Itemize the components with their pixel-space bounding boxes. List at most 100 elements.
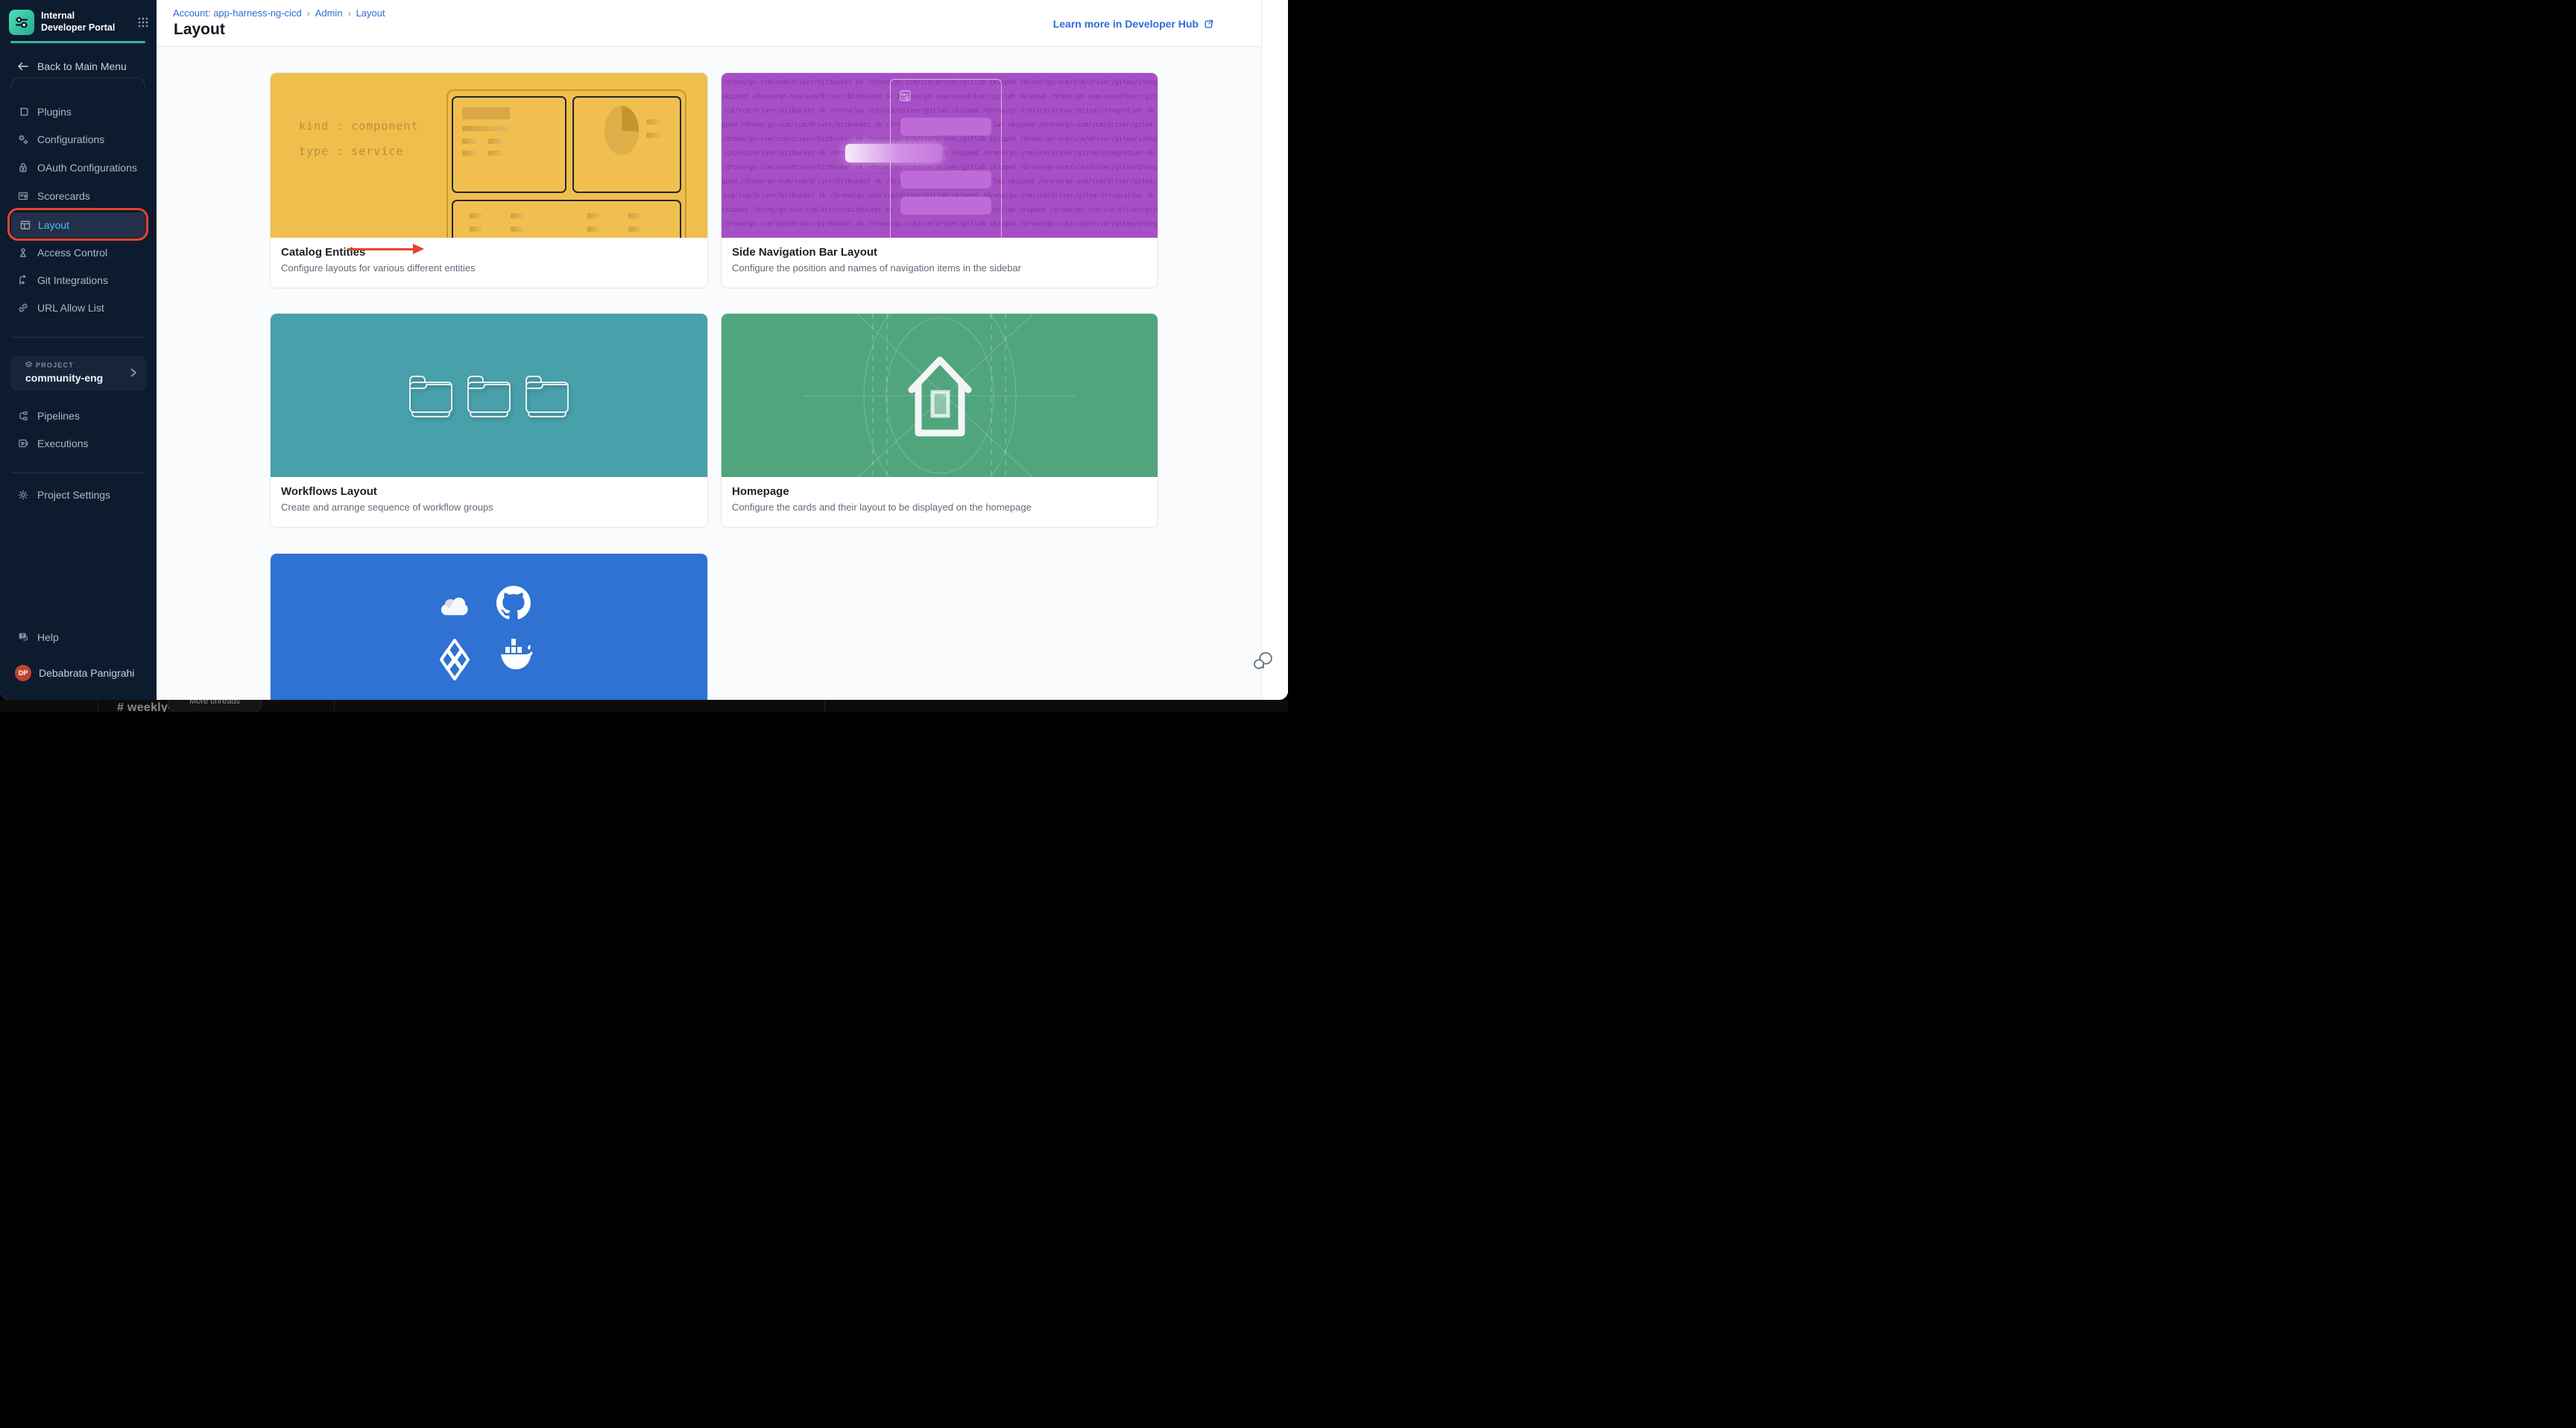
page-title: Layout bbox=[174, 21, 225, 39]
sidebar-item-scorecards[interactable]: Scorecards bbox=[7, 183, 149, 209]
chat-widget-icon[interactable] bbox=[1251, 650, 1274, 672]
gear-icon bbox=[17, 489, 29, 501]
card-integrations[interactable] bbox=[270, 553, 708, 700]
nav-item-pill bbox=[900, 118, 991, 136]
sidebar-item-project-settings[interactable]: Project Settings bbox=[7, 482, 149, 508]
docker-icon bbox=[498, 637, 535, 672]
git-branch-icon bbox=[17, 274, 29, 286]
homepage-card-art bbox=[722, 314, 1158, 477]
project-label: PROJECT bbox=[36, 361, 74, 369]
breadcrumb-admin-link[interactable]: Admin bbox=[315, 7, 343, 19]
sidebar-item-access-control[interactable]: Access Control bbox=[7, 240, 149, 265]
card-title: Workflows Layout bbox=[281, 485, 697, 498]
question-glyph: ? bbox=[21, 634, 24, 639]
sidebar-item-layout[interactable]: Layout bbox=[11, 212, 145, 238]
external-link-icon bbox=[1203, 19, 1214, 30]
breadcrumb-separator: › bbox=[348, 8, 351, 19]
breadcrumb-account-link[interactable]: Account: app-harness-ng-cicd bbox=[173, 7, 302, 19]
breadcrumb: Account: app-harness-ng-cicd › Admin › L… bbox=[173, 7, 385, 19]
background-window-strip: # weekly-updates-idp More unreads bbox=[0, 700, 1288, 714]
breadcrumb-separator: › bbox=[307, 8, 310, 19]
layers-icon bbox=[25, 361, 33, 369]
folder-icon bbox=[464, 373, 514, 419]
learn-more-label: Learn more in Developer Hub bbox=[1053, 18, 1199, 30]
sidebar-item-git-integrations[interactable]: Git Integrations bbox=[7, 268, 149, 293]
sidebar-item-label: OAuth Configurations bbox=[37, 162, 137, 174]
bg-bottom-bar bbox=[0, 712, 1288, 714]
project-name: community-eng bbox=[25, 372, 103, 384]
card-homepage[interactable]: Homepage Configure the cards and their l… bbox=[721, 313, 1158, 528]
pipelines-icon bbox=[17, 410, 29, 422]
card-side-navigation-layout[interactable]: skipped /drone/go-scm/scm/driver/bitbuck… bbox=[721, 72, 1158, 288]
sidebar-item-label: Git Integrations bbox=[37, 274, 108, 286]
sidenav-card-art: skipped /drone/go-scm/scm/driver/bitbuck… bbox=[722, 73, 1158, 238]
section-divider bbox=[10, 78, 145, 88]
user-menu[interactable]: DP Debabrata Panigrahi bbox=[7, 660, 149, 686]
arrow-left-icon bbox=[17, 60, 29, 72]
card-title: Catalog Entities bbox=[281, 246, 697, 259]
sidebar-item-label: Plugins bbox=[37, 106, 72, 118]
sidebar: Internal Developer Portal Back to Main M… bbox=[0, 0, 157, 700]
card-desc: Configure the position and names of navi… bbox=[732, 262, 1147, 274]
gears-icon bbox=[17, 133, 29, 145]
user-name: Debabrata Panigrahi bbox=[39, 667, 134, 679]
card-catalog-entities[interactable]: kind : component type : service bbox=[270, 72, 708, 288]
wireframe-bar bbox=[646, 119, 661, 124]
lock-icon bbox=[17, 162, 29, 174]
sidebar-item-pipelines[interactable]: Pipelines bbox=[7, 403, 149, 429]
main-content: Account: app-harness-ng-cicd › Admin › L… bbox=[157, 0, 1288, 700]
sidebar-item-label: Pipelines bbox=[37, 410, 80, 422]
user-avatar: DP bbox=[15, 665, 31, 681]
diamond-lattice-icon bbox=[439, 638, 470, 681]
sidebar-item-label: Scorecards bbox=[37, 190, 90, 202]
home-icon bbox=[912, 360, 968, 433]
wireframe-about-box bbox=[452, 96, 566, 193]
plugin-icon bbox=[17, 106, 29, 118]
card-desc: Configure the cards and their layout to … bbox=[732, 502, 1147, 513]
sidebar-item-configurations[interactable]: Configurations bbox=[7, 127, 149, 152]
catalog-card-art: kind : component type : service bbox=[271, 73, 707, 238]
sidebar-item-url-allow-list[interactable]: URL Allow List bbox=[7, 295, 149, 320]
back-to-main-menu[interactable]: Back to Main Menu bbox=[7, 54, 149, 79]
back-label: Back to Main Menu bbox=[37, 60, 127, 72]
chevron-right-icon bbox=[128, 367, 139, 379]
card-title: Homepage bbox=[732, 485, 1147, 498]
nav-item-pill bbox=[900, 197, 991, 215]
person-icon bbox=[17, 247, 29, 259]
sidebar-divider bbox=[10, 337, 145, 338]
card-desc: Create and arrange sequence of workflow … bbox=[281, 502, 697, 513]
wireframe-table-box bbox=[452, 200, 681, 238]
sidebar-item-help[interactable]: ? Help bbox=[7, 625, 149, 650]
idp-logo bbox=[9, 10, 34, 35]
blueprint-lines bbox=[722, 314, 1158, 477]
sidebar-item-plugins[interactable]: Plugins bbox=[7, 99, 149, 124]
layout-icon bbox=[19, 219, 31, 231]
wireframe-logo-icon bbox=[899, 89, 914, 104]
project-selector[interactable]: PROJECT community-eng bbox=[10, 356, 146, 391]
nav-item-pill-highlighted bbox=[845, 144, 942, 162]
sidebar-item-label: Configurations bbox=[37, 133, 104, 145]
sidebar-item-executions[interactable]: Executions bbox=[7, 431, 149, 456]
folder-icon bbox=[406, 373, 455, 419]
folder-icon bbox=[523, 373, 572, 419]
sliders-icon bbox=[14, 15, 29, 30]
card-desc: Configure layouts for various different … bbox=[281, 262, 697, 274]
breadcrumb-layout-link[interactable]: Layout bbox=[356, 7, 385, 19]
github-icon bbox=[496, 585, 531, 621]
wireframe-bar bbox=[646, 133, 661, 138]
app-window: Internal Developer Portal Back to Main M… bbox=[0, 0, 1288, 700]
sidebar-item-oauth-configurations[interactable]: OAuth Configurations bbox=[7, 155, 149, 180]
wireframe-pie-chart bbox=[604, 106, 639, 155]
integrations-card-art bbox=[271, 554, 707, 700]
nav-item-pill bbox=[900, 171, 991, 189]
sidebar-item-label: Access Control bbox=[37, 247, 107, 259]
sidebar-item-label: Layout bbox=[38, 219, 69, 231]
scorecard-icon bbox=[17, 190, 29, 202]
module-grid-icon[interactable] bbox=[137, 16, 149, 28]
page-header: Account: app-harness-ng-cicd › Admin › L… bbox=[157, 0, 1261, 47]
card-workflows-layout[interactable]: Workflows Layout Create and arrange sequ… bbox=[270, 313, 708, 528]
executions-icon bbox=[17, 437, 29, 449]
learn-more-link[interactable]: Learn more in Developer Hub bbox=[1053, 18, 1214, 30]
yaml-kind-line: kind : component bbox=[299, 119, 419, 133]
right-gutter bbox=[1261, 0, 1288, 700]
